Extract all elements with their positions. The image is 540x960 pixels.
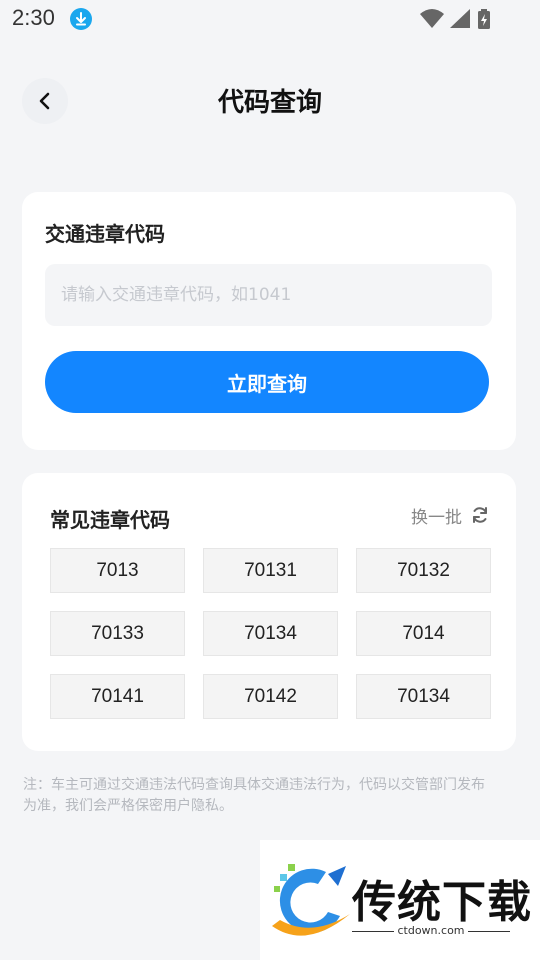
code-chip[interactable]: 7014 xyxy=(356,611,491,656)
common-codes-title: 常见违章代码 xyxy=(50,508,170,532)
status-icons xyxy=(420,8,500,30)
refresh-label: 换一批 xyxy=(411,507,462,528)
query-card: 交通违章代码 立即查询 xyxy=(22,192,516,450)
download-icon xyxy=(70,8,92,30)
code-chip[interactable]: 70133 xyxy=(50,611,185,656)
code-chip[interactable]: 7013 xyxy=(50,548,185,593)
wifi-icon xyxy=(420,9,444,28)
code-chip[interactable]: 70132 xyxy=(356,548,491,593)
code-chip[interactable]: 70142 xyxy=(203,674,338,719)
privacy-note: 注：车主可通过交通违法代码查询具体交通违法行为，代码以交管部门发布为准，我们会严… xyxy=(23,777,485,814)
common-codes-card: 常见违章代码 换一批 7013 70131 70132 70133 70134 … xyxy=(22,473,516,751)
refresh-icon xyxy=(473,507,487,523)
code-field-label: 交通违章代码 xyxy=(45,222,165,246)
page-title: 代码查询 xyxy=(217,88,322,118)
code-chip[interactable]: 70134 xyxy=(203,611,338,656)
status-time: 2:30 xyxy=(12,5,55,30)
query-now-button[interactable]: 立即查询 xyxy=(45,351,489,413)
code-grid: 7013 70131 70132 70133 70134 7014 70141 … xyxy=(50,548,491,719)
code-chip[interactable]: 70134 xyxy=(356,674,491,719)
refresh-batch-button[interactable]: 换一批 xyxy=(411,502,490,528)
violation-code-input[interactable] xyxy=(45,264,492,326)
battery-charging-icon xyxy=(478,9,490,29)
code-chip[interactable]: 70131 xyxy=(203,548,338,593)
signal-icon xyxy=(450,9,470,28)
status-bar: 2:30 xyxy=(0,0,540,36)
watermark-logo-icon xyxy=(272,864,350,936)
site-watermark: 传统下载 ctdown.com xyxy=(260,840,540,960)
code-chip[interactable]: 70141 xyxy=(50,674,185,719)
watermark-brand: 传统下载 xyxy=(352,877,532,928)
watermark-rule xyxy=(468,931,510,932)
